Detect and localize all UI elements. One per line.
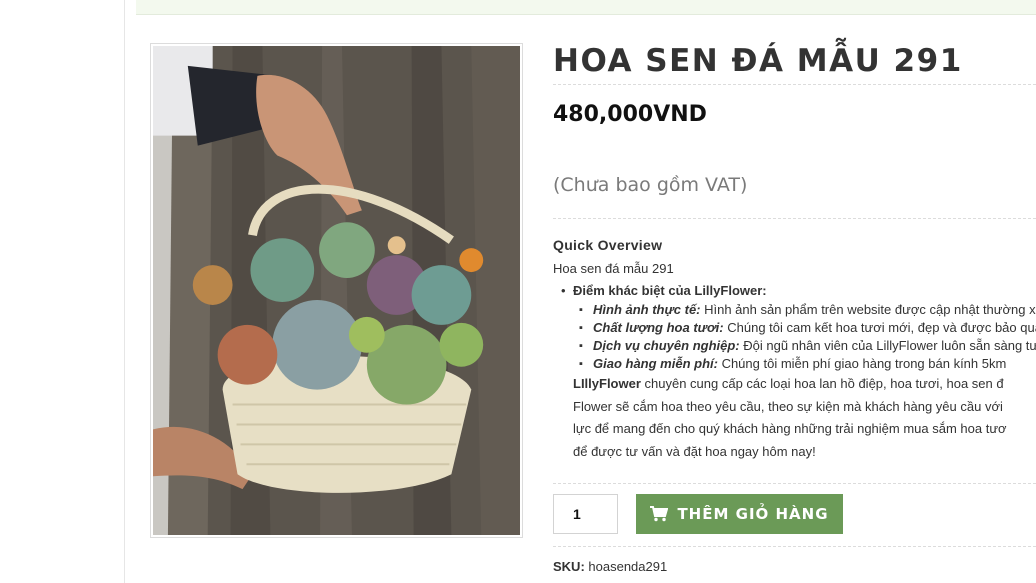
- add-to-cart-label: THÊM GIỎ HÀNG: [677, 505, 829, 523]
- paragraph-line: lực để mang đến cho quý khách hàng những…: [573, 421, 1007, 436]
- feature-label: Giao hàng miễn phí:: [593, 356, 718, 371]
- sku-line: SKU: hoasenda291: [553, 559, 667, 574]
- left-sidebar: [0, 0, 125, 583]
- quantity-input[interactable]: [553, 494, 618, 534]
- list-item: Chất lượng hoa tươi: Chúng tôi cam kết h…: [579, 319, 1036, 337]
- list-item: Giao hàng miễn phí: Chúng tôi miễn phí g…: [579, 355, 1036, 373]
- product-title: HOA SEN ĐÁ MẪU 291: [553, 43, 963, 79]
- list-item: Hình ảnh thực tế: Hình ảnh sản phẩm trên…: [579, 301, 1036, 319]
- product-price: 480,000VND: [553, 102, 707, 127]
- list-item: Điểm khác biệt của LillyFlower: Hình ảnh…: [561, 281, 1036, 373]
- feature-text: Hình ảnh sản phẩm trên website được cập …: [700, 302, 1036, 317]
- divider: [553, 84, 1036, 85]
- feature-text: Đội ngũ nhân viên của LillyFlower luôn s…: [739, 338, 1036, 353]
- feature-label: Dịch vụ chuyên nghiệp:: [593, 338, 740, 353]
- shopping-cart-icon: [650, 506, 669, 522]
- feature-label: Hình ảnh thực tế:: [593, 302, 701, 317]
- feature-label: Chất lượng hoa tươi:: [593, 320, 724, 335]
- product-description: Hoa sen đá mẫu 291: [553, 261, 674, 276]
- paragraph-line: Flower sẽ cắm hoa theo yêu cầu, theo sự …: [573, 398, 1003, 414]
- paragraph-line: để được tư vấn và đặt hoa ngay hôm nay!: [573, 443, 816, 459]
- sku-value: hoasenda291: [588, 559, 668, 574]
- divider: [553, 483, 1036, 484]
- divider: [553, 546, 1036, 547]
- divider: [553, 218, 1036, 219]
- feature-text: Chúng tôi miễn phí giao hàng trong bán k…: [717, 356, 1007, 371]
- top-notice-bar: [136, 0, 1036, 15]
- list-item: Dịch vụ chuyên nghiệp: Đội ngũ nhân viên…: [579, 337, 1036, 355]
- vat-note: (Chưa bao gồm VAT): [553, 174, 748, 196]
- sku-label: SKU:: [553, 559, 585, 574]
- feature-list: Hình ảnh thực tế: Hình ảnh sản phẩm trên…: [579, 301, 1036, 373]
- quick-overview-heading: Quick Overview: [553, 237, 663, 253]
- brand-name: LIllyFlower: [573, 376, 641, 391]
- differences-heading: Điểm khác biệt của LillyFlower:: [573, 283, 767, 298]
- differences-list: Điểm khác biệt của LillyFlower: Hình ảnh…: [561, 281, 1036, 373]
- paragraph-line: chuyên cung cấp các loại hoa lan hồ điệp…: [640, 376, 1004, 391]
- feature-text: Chúng tôi cam kết hoa tươi mới, đẹp và đ…: [723, 320, 1036, 335]
- brand-paragraph: LIllyFlower chuyên cung cấp các loại hoa…: [573, 373, 1036, 463]
- add-to-cart-button[interactable]: THÊM GIỎ HÀNG: [636, 494, 843, 534]
- product-image[interactable]: [150, 43, 523, 538]
- succulent-basket-illustration: [153, 46, 520, 535]
- product-photo: [153, 46, 520, 535]
